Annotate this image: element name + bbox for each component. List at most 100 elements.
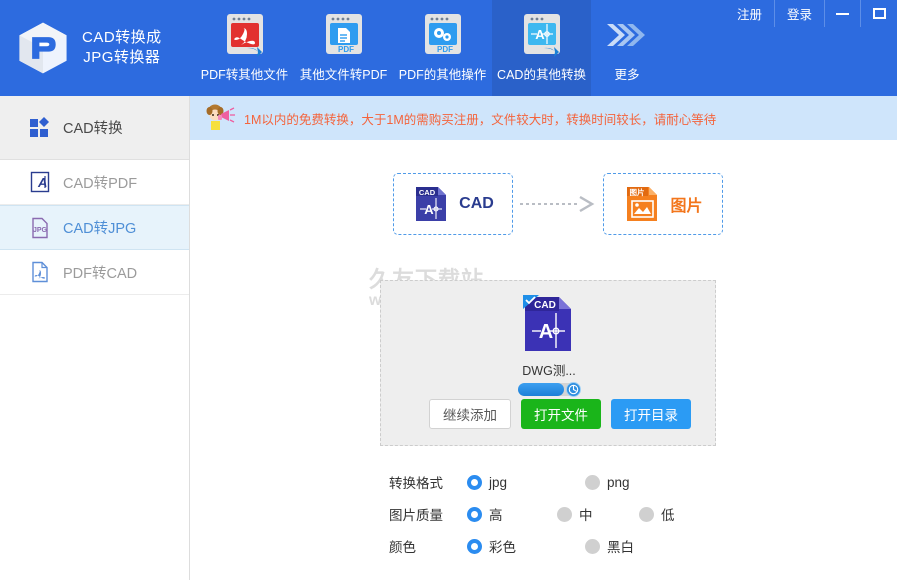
radio-label: 中: [579, 508, 593, 523]
notice-bar: 1M以内的免费转换，大于1M的需购买注册，文件较大时，转换时间较长，请耐心等待: [190, 96, 897, 140]
svg-text:CAD: CAD: [419, 188, 436, 197]
radio-indicator: [585, 474, 600, 490]
radio-label: jpg: [489, 474, 508, 490]
svg-text:CAD: CAD: [534, 300, 556, 311]
radio-indicator: [557, 506, 572, 522]
sidebar-item-label: CAD转PDF: [63, 175, 138, 192]
svg-text:JPG: JPG: [33, 227, 48, 234]
svg-text:PDF: PDF: [437, 45, 453, 54]
brand-line-1: CAD转换成: [82, 29, 162, 46]
svg-text:A: A: [539, 321, 553, 343]
continue-add-button[interactable]: 继续添加: [429, 399, 511, 429]
open-folder-button[interactable]: 打开目录: [611, 399, 691, 429]
login-link[interactable]: 登录: [775, 0, 825, 27]
option-label: 图片质量: [389, 508, 443, 523]
pdf-file-icon: [32, 261, 48, 283]
register-link[interactable]: 注册: [725, 0, 775, 27]
sidebar: CAD转换 A CAD转PDF JPG CAD转JPG PDF转CAD: [0, 96, 190, 580]
sidebar-item-label: PDF转CAD: [63, 265, 138, 282]
spinner-icon: [566, 382, 581, 397]
radio-label: 高: [489, 508, 503, 523]
sidebar-item-pdf-to-cad[interactable]: PDF转CAD: [0, 250, 189, 295]
file-name: DWG测...: [522, 364, 576, 378]
progress-fill: [518, 383, 564, 396]
app-window: CAD转换成 JPG转换器 PDF转其他文件 PDF 其他文件转PDF PDF …: [0, 0, 897, 580]
radio-quality-high[interactable]: 高: [467, 504, 557, 524]
tab-label: 其他文件转PDF: [299, 68, 388, 82]
tab-pdf-tools[interactable]: PDF PDF的其他操作: [393, 0, 492, 96]
open-file-button[interactable]: 打开文件: [521, 399, 601, 429]
tab-more[interactable]: 更多: [591, 0, 663, 96]
svg-text:A: A: [424, 202, 434, 217]
tab-cad-convert[interactable]: A CAD的其他转换: [492, 0, 591, 96]
other-to-pdf-icon: PDF: [325, 14, 362, 54]
radio-label: 低: [661, 508, 675, 523]
megaphone-girl-icon: [206, 104, 235, 130]
radio-indicator: [467, 506, 482, 522]
notice-text: 1M以内的免费转换，大于1M的需购买注册，文件较大时，转换时间较长，请耐心等待: [244, 112, 717, 127]
radio-format-png[interactable]: png: [585, 474, 703, 490]
radio-indicator: [639, 506, 654, 522]
radio-format-jpg[interactable]: jpg: [467, 474, 585, 490]
option-row-format: 转换格式 jpg png: [389, 466, 703, 498]
radio-color-colorful[interactable]: 彩色: [467, 536, 585, 556]
image-doc-icon: 图片: [627, 187, 658, 221]
grid-squares-icon: [30, 116, 49, 137]
option-row-color: 颜色 彩色 黑白: [389, 530, 703, 562]
radio-indicator: [467, 538, 482, 554]
conversion-options: 转换格式 jpg png 图片质量 高 中 低 颜色 彩色 黑白: [389, 466, 703, 562]
dashed-arrow-right-icon: [520, 196, 595, 212]
sidebar-header-label: CAD转换: [63, 121, 123, 137]
cad-convert-icon: A: [523, 14, 560, 57]
flow-source: CAD A CAD: [393, 173, 513, 235]
file-dropzone[interactable]: CAD A DWG测... 继续添加 打开文件 打开目录: [380, 280, 716, 446]
sidebar-item-cad-to-pdf[interactable]: A CAD转PDF: [0, 160, 189, 205]
radio-label: 黑白: [607, 540, 634, 555]
cad-doc-icon: CAD A: [416, 187, 447, 221]
maximize-icon: [872, 8, 886, 19]
brand-text: CAD转换成 JPG转换器: [82, 28, 162, 68]
tab-label: 更多: [614, 68, 640, 82]
tab-label: CAD的其他转换: [497, 68, 586, 82]
flow-source-label: CAD: [459, 195, 494, 212]
tab-pdf-to-other[interactable]: PDF转其他文件: [195, 0, 294, 96]
file-item[interactable]: CAD A DWG测...: [494, 293, 604, 397]
option-label: 颜色: [389, 540, 416, 555]
minimize-button[interactable]: [825, 0, 861, 27]
dropzone-buttons: 继续添加 打开文件 打开目录: [429, 399, 691, 429]
file-progress-bar: [518, 382, 581, 397]
svg-text:PDF: PDF: [338, 45, 354, 54]
cad-file-icon: A: [30, 171, 50, 193]
pdf-to-other-icon: [226, 14, 263, 57]
sidebar-item-label: CAD转JPG: [63, 221, 137, 237]
jpg-file-icon: JPG: [32, 217, 48, 238]
flow-target-label: 图片: [670, 198, 703, 215]
radio-label: png: [607, 474, 630, 490]
radio-indicator: [467, 474, 482, 490]
option-row-quality: 图片质量 高 中 低: [389, 498, 703, 530]
radio-indicator: [585, 538, 600, 554]
sidebar-item-cad-to-jpg[interactable]: JPG CAD转JPG: [0, 205, 189, 250]
double-chevron-right-icon: [607, 24, 645, 46]
flow-target: 图片 图片: [603, 173, 723, 235]
brand: CAD转换成 JPG转换器: [0, 0, 190, 96]
cad-file-thumb-icon: CAD A: [523, 295, 571, 351]
svg-text:A: A: [535, 27, 545, 42]
flow-arrow: [513, 196, 603, 212]
radio-quality-low[interactable]: 低: [639, 504, 675, 524]
radio-label: 彩色: [489, 540, 516, 555]
pdf-tools-icon: PDF: [424, 14, 461, 54]
main-content: CAD A CAD 图片 图片 CAD A DWG测... 继续添加 打开文件 …: [191, 140, 897, 580]
maximize-button[interactable]: [861, 0, 897, 27]
tab-label: PDF转其他文件: [200, 68, 289, 82]
svg-text:图片: 图片: [630, 187, 645, 197]
app-header: CAD转换成 JPG转换器 PDF转其他文件 PDF 其他文件转PDF PDF …: [0, 0, 897, 96]
cube-logo-icon: [19, 22, 67, 74]
radio-quality-medium[interactable]: 中: [557, 504, 639, 524]
radio-color-blackwhite[interactable]: 黑白: [585, 536, 703, 556]
nav-tabs: PDF转其他文件 PDF 其他文件转PDF PDF PDF的其他操作 A CAD…: [195, 0, 663, 96]
conversion-flow: CAD A CAD 图片 图片: [393, 173, 723, 235]
tab-other-to-pdf[interactable]: PDF 其他文件转PDF: [294, 0, 393, 96]
option-label: 转换格式: [389, 476, 443, 491]
svg-text:A: A: [37, 175, 47, 190]
